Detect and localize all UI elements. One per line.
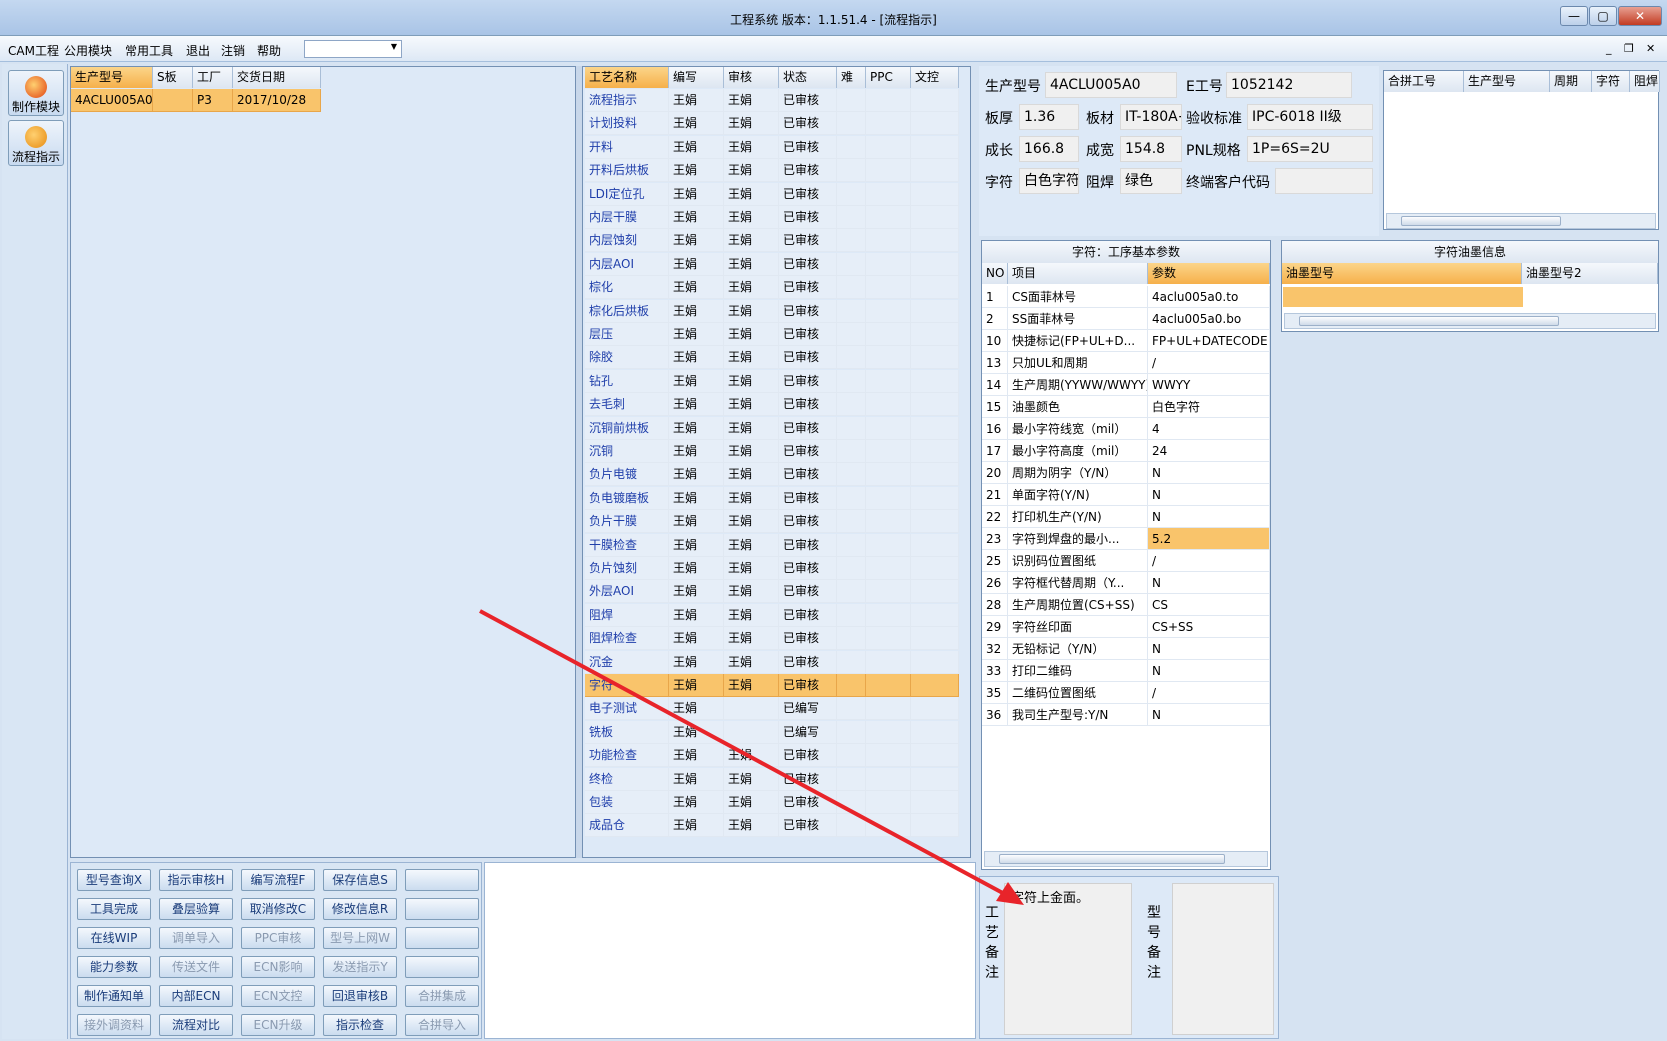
annotation-arrow [479,609,1024,905]
